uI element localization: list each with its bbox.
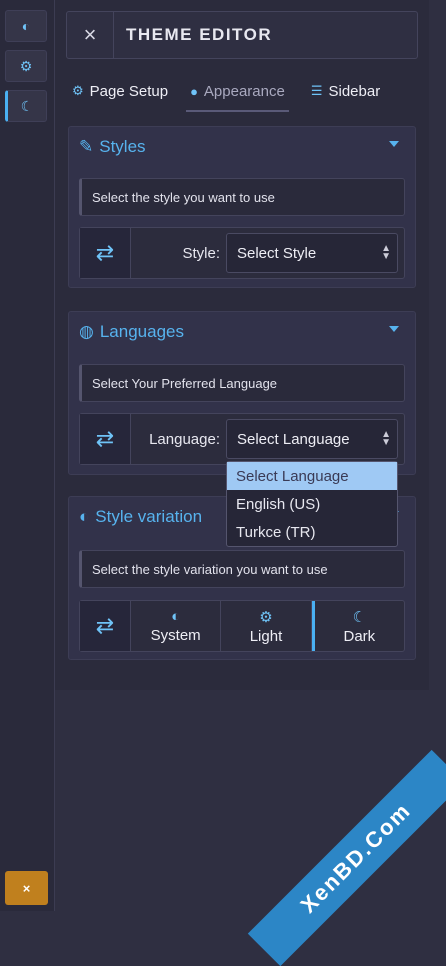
rail-light-button[interactable]: ⚙ [5, 50, 47, 82]
language-option[interactable]: Select Language [227, 462, 397, 490]
tab-label: Sidebar [328, 82, 381, 100]
languages-header[interactable]: ◍ Languages [69, 312, 415, 352]
panel-header: × THEME EDITOR [66, 11, 418, 59]
tab-label: Page Setup [89, 82, 169, 100]
styles-title: Styles [99, 137, 146, 156]
styles-card: ✎ Styles Select the style you want to us… [68, 126, 416, 288]
language-option[interactable]: English (US) [227, 490, 397, 518]
half-circle-icon: ◐ [79, 507, 90, 526]
styles-header[interactable]: ✎ Styles [69, 127, 415, 167]
language-dropdown: Select Language English (US) Turkce (TR) [226, 461, 398, 547]
languages-note: Select Your Preferred Language [79, 364, 405, 402]
chevron-down-icon [389, 326, 399, 332]
swap-icon: ⇄ [80, 601, 131, 651]
globe-icon: ◍ [79, 322, 94, 341]
tab-sidebar[interactable]: ☰ Sidebar [307, 72, 384, 110]
variation-note: Select the style variation you want to u… [79, 550, 405, 588]
list-icon: ☰ [310, 83, 323, 98]
tab-bar: ⚙ Page Setup ● Appearance ☰ Sidebar [66, 72, 418, 112]
language-label: Language: [149, 430, 220, 448]
tab-appearance[interactable]: ● Appearance [186, 72, 289, 112]
style-label: Style: [182, 244, 220, 262]
theme-editor-panel: × THEME EDITOR ⚙ Page Setup ● Appearance… [55, 0, 429, 690]
dark-variation-button[interactable]: ☾ Dark [311, 601, 404, 651]
styles-note: Select the style you want to use [79, 178, 405, 216]
style-select[interactable]: Select Style ▲ ▼ [226, 233, 398, 273]
panel-title: THEME EDITOR [126, 25, 273, 44]
close-button[interactable]: × [67, 12, 114, 58]
rail-close-button[interactable]: × [5, 871, 48, 905]
chevron-down-icon [389, 141, 399, 147]
tab-label: Appearance [203, 82, 285, 100]
language-select-row: ⇄ Language: Select Language ▲ ▼ [79, 413, 405, 465]
watermark-banner: XenBD.Com [247, 749, 446, 966]
languages-card: ◍ Languages Select Your Preferred Langua… [68, 311, 416, 475]
swap-icon: ⇄ [80, 414, 131, 464]
tab-page-setup[interactable]: ⚙ Page Setup [68, 72, 172, 110]
language-option[interactable]: Turkce (TR) [227, 518, 397, 546]
gear-icon: ⚙ [19, 57, 33, 74]
half-circle-icon: ◐ [21, 18, 31, 34]
style-select-row: ⇄ Style: Select Style ▲ ▼ [79, 227, 405, 279]
variation-button-row: ⇄ ◐ System ⚙ Light ☾ Dark [79, 600, 405, 652]
variation-title: Style variation [95, 507, 203, 526]
language-select-value: Select Language [237, 430, 350, 448]
close-icon: × [83, 22, 97, 47]
system-variation-button[interactable]: ◐ System [131, 601, 222, 651]
palette-icon: ● [190, 83, 198, 99]
select-arrows-icon: ▲ ▼ [381, 429, 391, 448]
gears-icon: ⚙ [72, 83, 84, 98]
button-label: Light [249, 627, 283, 645]
select-arrows-icon: ▲ ▼ [381, 243, 391, 262]
gear-icon: ⚙ [259, 608, 273, 626]
rail-system-button[interactable]: ◐ [5, 10, 47, 42]
moon-icon: ☾ [352, 608, 367, 626]
button-label: Dark [343, 627, 376, 645]
style-select-value: Select Style [237, 244, 317, 262]
brush-icon: ✎ [79, 137, 94, 156]
language-select[interactable]: Select Language ▲ ▼ [226, 419, 398, 459]
swap-icon: ⇄ [80, 228, 131, 278]
left-rail: ◐ ⚙ ☾ × [0, 0, 55, 911]
languages-title: Languages [99, 322, 184, 341]
button-label: System [150, 627, 201, 644]
moon-icon: ☾ [20, 97, 34, 114]
rail-dark-button[interactable]: ☾ [5, 90, 47, 122]
half-circle-icon: ◐ [171, 608, 181, 625]
light-variation-button[interactable]: ⚙ Light [221, 601, 312, 651]
